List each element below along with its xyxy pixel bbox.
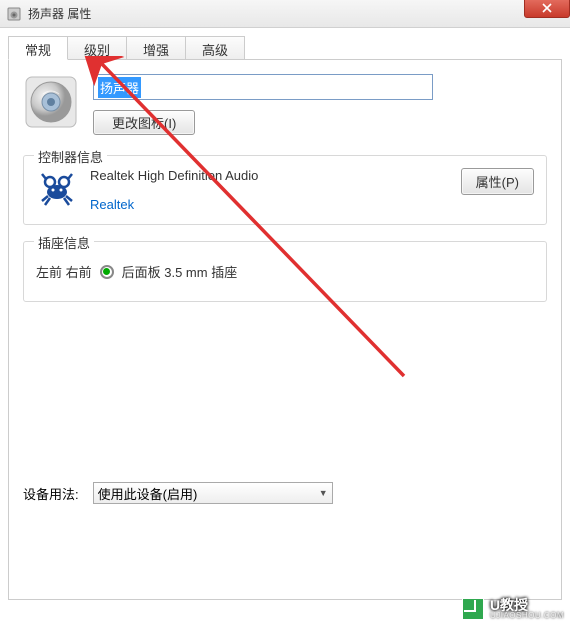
- jack-legend: 插座信息: [34, 233, 94, 252]
- tab-general[interactable]: 常规: [8, 36, 68, 60]
- watermark-logo-icon: [462, 598, 484, 620]
- tab-levels[interactable]: 级别: [67, 36, 127, 59]
- device-name-value: 扬声器: [98, 77, 141, 98]
- device-usage-select[interactable]: 使用此设备(启用) ▼: [93, 482, 333, 504]
- device-usage-label: 设备用法:: [23, 484, 79, 503]
- watermark: U教授 UJIAOSHOU.COM: [462, 598, 564, 620]
- jack-fieldset: 插座信息 左前 右前 后面板 3.5 mm 插座: [23, 241, 547, 302]
- window-title: 扬声器 属性: [28, 5, 91, 22]
- tab-strip: 常规 级别 增强 高级: [8, 36, 562, 60]
- watermark-sub: UJIAOSHOU.COM: [490, 612, 564, 620]
- controller-legend: 控制器信息: [34, 147, 107, 166]
- close-button[interactable]: [524, 0, 570, 18]
- titlebar: 扬声器 属性: [0, 0, 570, 28]
- tab-enhance[interactable]: 增强: [126, 36, 186, 59]
- tab-advanced[interactable]: 高级: [185, 36, 245, 59]
- jack-color-icon: [100, 265, 114, 279]
- device-large-icon: [23, 74, 79, 130]
- device-usage-value: 使用此设备(启用): [98, 484, 198, 503]
- controller-fieldset: 控制器信息 Realtek High Definition Audio Real…: [23, 155, 547, 225]
- watermark-main: U教授: [490, 598, 564, 612]
- chevron-down-icon: ▼: [319, 488, 328, 498]
- controller-properties-button[interactable]: 属性(P): [461, 168, 534, 195]
- device-name-input[interactable]: 扬声器: [93, 74, 433, 100]
- controller-name: Realtek High Definition Audio: [90, 168, 449, 183]
- realtek-crab-icon: [36, 168, 78, 210]
- change-icon-button[interactable]: 更改图标(I): [93, 110, 195, 135]
- controller-vendor: Realtek: [90, 197, 449, 212]
- tab-panel-general: 扬声器 更改图标(I) 控制器信息 Realtek High Definit: [8, 60, 562, 600]
- speaker-small-icon: [6, 6, 22, 22]
- jack-position: 左前 右前: [36, 262, 92, 281]
- close-icon: [542, 3, 552, 13]
- jack-description: 后面板 3.5 mm 插座: [122, 262, 238, 281]
